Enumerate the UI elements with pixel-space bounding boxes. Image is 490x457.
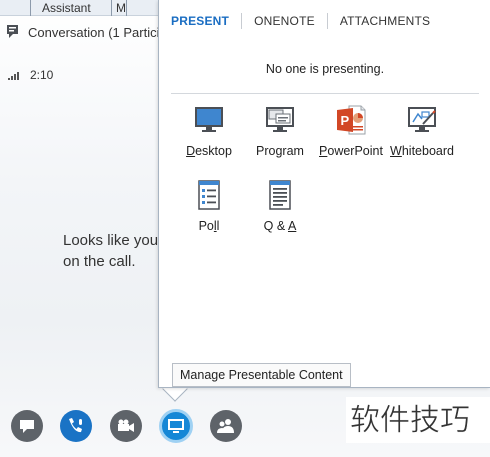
qa-label: Q & A (263, 219, 297, 233)
flyout-tabs: PRESENT ONENOTE ATTACHMENTS (171, 13, 442, 29)
manage-presentable-content-button[interactable]: Manage Presentable Content (172, 363, 351, 387)
qa-icon (269, 180, 291, 210)
present-desktop-option[interactable]: Desktop (173, 104, 245, 158)
present-program-option[interactable]: Program (244, 104, 316, 158)
video-button[interactable] (110, 410, 142, 442)
tab-assistant[interactable]: Assistant (42, 1, 91, 15)
present-whiteboard-option[interactable]: Whiteboard (386, 104, 458, 158)
present-button[interactable] (159, 409, 193, 443)
present-poll-option[interactable]: Poll (173, 179, 245, 233)
instant-message-button[interactable] (11, 410, 43, 442)
present-qa-option[interactable]: Q & A (244, 179, 316, 233)
divider (171, 93, 479, 94)
powerpoint-label: PowerPoint (319, 144, 383, 158)
monitor-icon (168, 419, 184, 433)
call-timer: 2:10 (30, 68, 54, 82)
present-powerpoint-option[interactable]: P PowerPoint (315, 104, 387, 158)
video-camera-icon (118, 419, 134, 432)
conversation-header: Conversation (1 Particip (6, 22, 167, 42)
program-window-icon (266, 107, 294, 132)
desktop-label: Desktop (186, 144, 232, 158)
present-flyout: PRESENT ONENOTE ATTACHMENTS No one is pr… (158, 0, 490, 388)
status-line-2: on the call. (63, 253, 136, 270)
phone-mic-icon (69, 418, 82, 433)
poll-icon (198, 180, 220, 210)
conversation-icon (7, 25, 18, 38)
call-status-row: 2:10 (8, 68, 53, 82)
status-line-1: Looks like you' (63, 232, 161, 249)
powerpoint-icon: P (337, 105, 366, 135)
taskbar-strip: Assistant M (0, 0, 160, 16)
watermark-text: 软件技巧 (350, 403, 470, 438)
call-button[interactable] (60, 410, 92, 442)
desktop-monitor-icon (195, 107, 223, 132)
people-icon (217, 419, 234, 433)
participants-button[interactable] (210, 410, 242, 442)
tab-onenote[interactable]: ONENOTE (242, 14, 327, 28)
tab-present[interactable]: PRESENT (171, 14, 241, 28)
whiteboard-label: Whiteboard (390, 144, 454, 158)
program-label: Program (256, 144, 304, 158)
whiteboard-icon (408, 107, 436, 132)
call-status-message: Looks like you' on the call. (63, 230, 163, 272)
watermark: 软件技巧 (346, 397, 490, 443)
signal-strength-icon (8, 72, 19, 80)
tab-m[interactable]: M (116, 1, 126, 15)
svg-text:P: P (341, 113, 350, 128)
poll-label: Poll (198, 219, 220, 233)
conversation-title: Conversation (1 Particip (28, 24, 167, 40)
speech-bubble-icon (20, 420, 34, 433)
tab-attachments[interactable]: ATTACHMENTS (328, 14, 442, 28)
presenting-status: No one is presenting. (265, 62, 385, 76)
